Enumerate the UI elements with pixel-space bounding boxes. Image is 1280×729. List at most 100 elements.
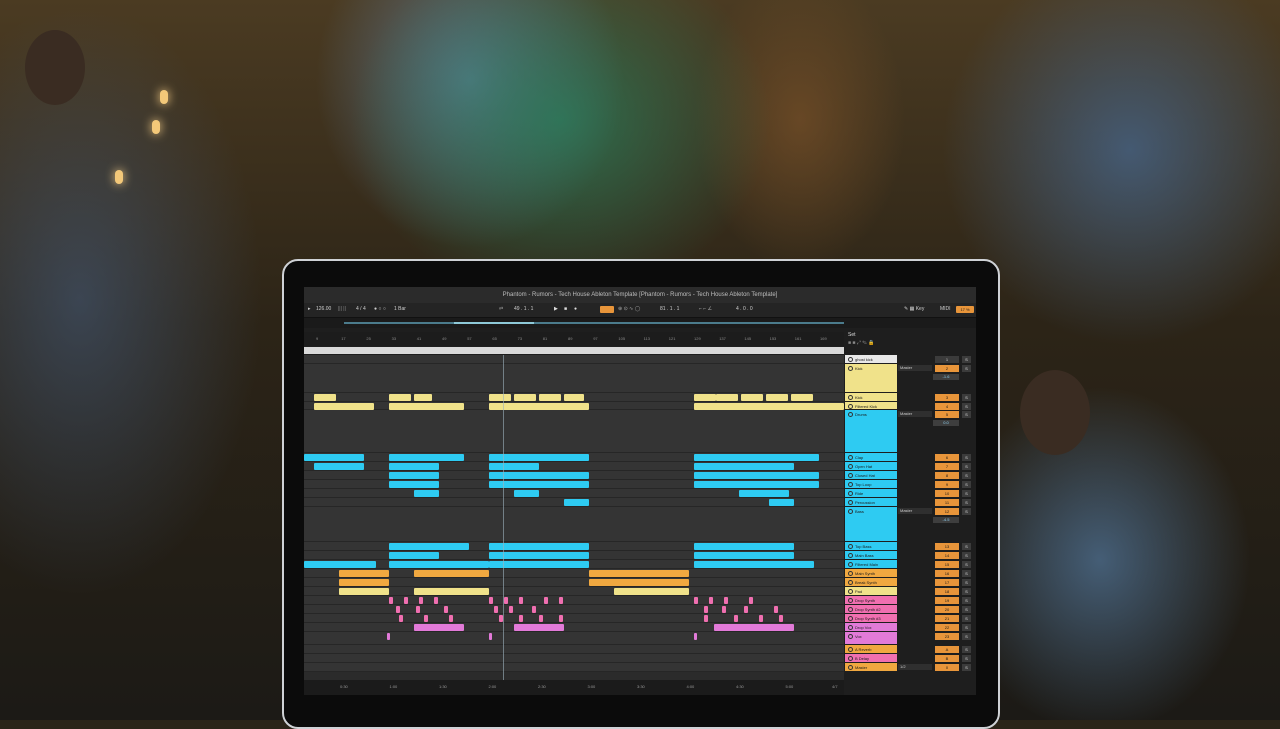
clip[interactable]	[694, 394, 716, 401]
clip[interactable]	[419, 597, 423, 604]
solo-button[interactable]: S	[962, 579, 971, 586]
clip[interactable]	[389, 481, 439, 488]
track-fold-icon[interactable]	[848, 473, 853, 478]
solo-button[interactable]: S	[962, 543, 971, 550]
stop-icon[interactable]: ■	[564, 306, 567, 312]
track-header[interactable]: Main Synth	[845, 569, 897, 578]
arrangement-record-button[interactable]	[600, 306, 614, 313]
track-activator-button[interactable]: 11	[935, 499, 959, 506]
output-routing-select[interactable]: Master	[898, 365, 932, 371]
track-fold-icon[interactable]	[848, 500, 853, 505]
track-lane[interactable]	[304, 364, 844, 393]
clip[interactable]	[532, 606, 536, 613]
track-fold-icon[interactable]	[848, 455, 853, 460]
track-lane[interactable]	[304, 402, 844, 410]
clip[interactable]	[494, 606, 498, 613]
clip[interactable]	[589, 570, 689, 577]
track-activator-button[interactable]: 10	[935, 490, 959, 497]
clip[interactable]	[489, 552, 589, 559]
position-field[interactable]: 49 . 1 . 1	[514, 306, 533, 312]
clip[interactable]	[791, 394, 813, 401]
track-header[interactable]: Drop Synth	[845, 596, 897, 605]
track-activator-button[interactable]: 19	[935, 597, 959, 604]
track-activator-button[interactable]: 2	[935, 365, 959, 372]
clip[interactable]	[389, 463, 439, 470]
clip[interactable]	[759, 615, 763, 622]
solo-button[interactable]: S	[962, 633, 971, 640]
clip[interactable]	[694, 454, 819, 461]
clip[interactable]	[694, 561, 814, 568]
track-fold-icon[interactable]	[848, 665, 853, 670]
solo-button[interactable]: S	[962, 472, 971, 479]
clip[interactable]	[489, 633, 492, 640]
solo-button[interactable]: S	[962, 552, 971, 559]
clip[interactable]	[614, 588, 689, 595]
clip[interactable]	[314, 403, 374, 410]
clip[interactable]	[339, 570, 389, 577]
clip[interactable]	[694, 543, 794, 550]
track-activator-button[interactable]: 12	[935, 508, 959, 515]
solo-button[interactable]: S	[962, 646, 971, 653]
clip[interactable]	[704, 615, 708, 622]
track-lane[interactable]	[304, 596, 844, 605]
track-activator-button[interactable]: 7	[935, 463, 959, 470]
clip[interactable]	[744, 606, 748, 613]
track-activator-button[interactable]: 8	[935, 472, 959, 479]
solo-button[interactable]: S	[962, 588, 971, 595]
clip[interactable]	[749, 597, 753, 604]
clip[interactable]	[514, 624, 564, 631]
track-lane[interactable]	[304, 605, 844, 614]
midi-map-button[interactable]: MIDI	[940, 306, 951, 312]
track-lane[interactable]	[304, 560, 844, 569]
clip[interactable]	[704, 606, 708, 613]
clip[interactable]	[314, 394, 336, 401]
track-fold-icon[interactable]	[848, 562, 853, 567]
time-ruler[interactable]: 4/7 0:30 1:00 1:30 2:00 2:30 3:00 3:30 4:00 4:30…	[304, 680, 844, 695]
track-activator-button[interactable]: 16	[935, 570, 959, 577]
clip[interactable]	[389, 403, 464, 410]
track-lane[interactable]	[304, 393, 844, 402]
clip[interactable]	[716, 394, 738, 401]
clip[interactable]	[514, 394, 536, 401]
track-activator-button[interactable]: 4	[935, 403, 959, 410]
track-volume-field[interactable]: -4.5	[933, 517, 959, 523]
track-lane[interactable]	[304, 645, 844, 654]
arrangement-overview[interactable]	[304, 318, 976, 328]
clip[interactable]	[694, 463, 794, 470]
clip[interactable]	[694, 633, 697, 640]
metronome-toggle-icon[interactable]: ● ○ ○	[374, 306, 386, 312]
track-activator-button[interactable]: 17	[935, 579, 959, 586]
track-lane[interactable]	[304, 489, 844, 498]
clip[interactable]	[766, 394, 788, 401]
play-icon[interactable]: ▶	[554, 306, 558, 312]
track-activator-button[interactable]: 18	[935, 588, 959, 595]
track-activator-button[interactable]: 9	[935, 481, 959, 488]
clip[interactable]	[304, 454, 364, 461]
track-activator-button[interactable]: 14	[935, 552, 959, 559]
track-fold-icon[interactable]	[848, 509, 853, 514]
track-volume-field[interactable]: 0.0	[933, 420, 959, 426]
solo-button[interactable]: S	[962, 394, 971, 401]
track-fold-icon[interactable]	[848, 544, 853, 549]
clip[interactable]	[339, 588, 389, 595]
clip[interactable]	[514, 490, 539, 497]
track-fold-icon[interactable]	[848, 404, 853, 409]
track-header[interactable]: Break Synth	[845, 578, 897, 587]
solo-button[interactable]: S	[962, 365, 971, 372]
clip[interactable]	[489, 454, 589, 461]
track-lane[interactable]	[304, 663, 844, 672]
track-header[interactable]: Vox	[845, 632, 897, 645]
clip[interactable]	[387, 633, 390, 640]
track-fold-icon[interactable]	[848, 571, 853, 576]
metronome-icon[interactable]: ||| ||	[338, 306, 346, 312]
clip[interactable]	[314, 463, 364, 470]
solo-button[interactable]: S	[962, 664, 971, 671]
clip[interactable]	[519, 615, 523, 622]
track-lane[interactable]	[304, 614, 844, 623]
track-fold-icon[interactable]	[848, 491, 853, 496]
solo-button[interactable]: S	[962, 454, 971, 461]
clip[interactable]	[389, 552, 439, 559]
follow-icon[interactable]: ⇄	[499, 306, 503, 312]
track-activator-button[interactable]: 21	[935, 615, 959, 622]
clip[interactable]	[694, 597, 698, 604]
